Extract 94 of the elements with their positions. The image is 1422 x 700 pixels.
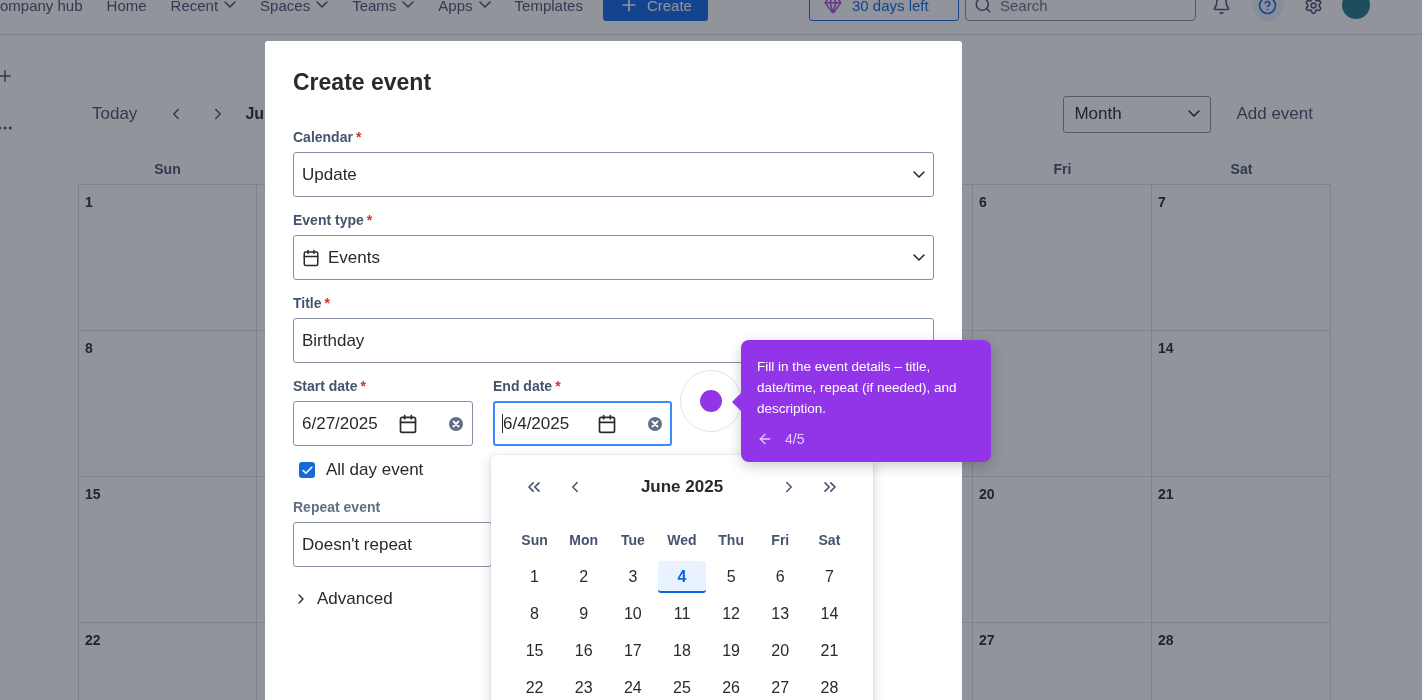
weekday-header: Fri: [1053, 161, 1072, 177]
today-button[interactable]: Today: [92, 104, 138, 124]
all-day-checkbox[interactable]: All day event: [299, 460, 934, 480]
weekday-header: Sat: [1230, 161, 1253, 177]
chevron-down-icon: [402, 1, 415, 9]
day-button[interactable]: 1: [510, 560, 559, 593]
chevron-down-icon: [913, 253, 925, 262]
day-button[interactable]: 24: [608, 671, 657, 700]
day-button[interactable]: 3: [608, 560, 657, 593]
day-button[interactable]: 21: [805, 634, 854, 667]
event-type-select[interactable]: Events: [293, 235, 934, 280]
weekday-label: Sun: [521, 531, 548, 548]
day-number: 27: [979, 632, 995, 648]
avatar[interactable]: [1341, 0, 1370, 19]
day-button[interactable]: 16: [559, 634, 608, 667]
nav-item[interactable]: Templates: [514, 0, 583, 14]
day-button[interactable]: 10: [608, 597, 657, 630]
day-button[interactable]: 6: [756, 560, 805, 593]
field-label: End date *: [493, 377, 562, 395]
day-button[interactable]: 18: [658, 634, 706, 667]
search-field[interactable]: Search: [964, 0, 1196, 21]
calendar-icon: [302, 248, 320, 267]
nav-item[interactable]: Teams: [352, 0, 415, 14]
day-button[interactable]: 19: [707, 634, 756, 667]
weekday-label: Thu: [718, 531, 744, 548]
day-button[interactable]: 4: [658, 560, 706, 593]
advanced-toggle[interactable]: Advanced: [293, 589, 393, 609]
day-button[interactable]: 7: [805, 560, 854, 593]
field-label: Title *: [293, 294, 331, 312]
day-button[interactable]: 12: [707, 597, 756, 630]
day-button[interactable]: 27: [756, 671, 805, 700]
checkbox[interactable]: [299, 462, 315, 478]
date-field[interactable]: 6/27/2025: [293, 401, 473, 446]
weekday-label: Fri: [771, 531, 790, 548]
chevron-down-icon: [1188, 110, 1201, 118]
chevron-down-icon: [316, 1, 329, 9]
day-button[interactable]: 22: [510, 671, 559, 700]
month-title: June 2025: [639, 477, 725, 497]
day-button[interactable]: 14: [805, 597, 854, 630]
day-button[interactable]: 5: [707, 560, 756, 593]
clear-icon[interactable]: [448, 415, 464, 432]
day-button[interactable]: 15: [510, 634, 559, 667]
calendar-icon[interactable]: [398, 413, 418, 434]
day-number: 15: [85, 486, 101, 502]
day-button[interactable]: 9: [559, 597, 608, 630]
day-button[interactable]: 17: [608, 634, 657, 667]
day-button[interactable]: 23: [559, 671, 608, 700]
add-event-button[interactable]: Add event: [1230, 103, 1319, 125]
date-field[interactable]: 6/4/2025: [493, 401, 672, 446]
search-icon: [973, 0, 992, 14]
calendar-icon[interactable]: [597, 413, 617, 434]
day-button[interactable]: 8: [510, 597, 559, 630]
nav-item[interactable]: Apps: [438, 0, 491, 14]
chevron-down-icon: [224, 1, 237, 9]
beacon-dot[interactable]: [700, 390, 722, 412]
weekday-header: Sun: [154, 161, 181, 177]
day-button[interactable]: 25: [658, 671, 706, 700]
day-number: 6: [979, 194, 987, 210]
day-number: 28: [1158, 632, 1174, 648]
plus-icon[interactable]: [0, 67, 14, 85]
day-button[interactable]: 26: [707, 671, 756, 700]
clear-icon[interactable]: [647, 415, 663, 432]
day-button[interactable]: 28: [805, 671, 854, 700]
day-button[interactable]: 11: [658, 597, 706, 630]
step-counter: 4/5: [785, 431, 805, 447]
day-button[interactable]: 13: [756, 597, 805, 630]
calendar-select[interactable]: Update: [293, 152, 934, 197]
weekday-label: Mon: [569, 531, 599, 548]
day-number: 1: [85, 194, 93, 210]
day-number: 21: [1158, 486, 1174, 502]
nav-item[interactable]: ompany hub: [0, 0, 83, 14]
weekday-label: Sat: [818, 531, 841, 548]
weekday-label: Wed: [667, 531, 697, 548]
chevron-down-icon: [478, 1, 491, 9]
view-select[interactable]: Month: [1063, 95, 1212, 133]
day-number: 14: [1158, 340, 1174, 356]
day-number: 22: [85, 632, 101, 648]
day-number: 20: [979, 486, 995, 502]
day-number: 8: [85, 340, 93, 356]
day-button[interactable]: 20: [756, 634, 805, 667]
nav-item[interactable]: Spaces: [260, 0, 329, 14]
dialog-title: Create event: [293, 69, 433, 95]
day-button[interactable]: 2: [559, 560, 608, 593]
nav-item[interactable]: Recent: [170, 0, 237, 14]
gem-icon: [823, 0, 842, 14]
day-number: 7: [1158, 194, 1166, 210]
field-label: Start date *: [293, 377, 368, 395]
field-label: Calendar *: [293, 128, 363, 146]
field-label: Event type *: [293, 211, 374, 229]
chevron-down-icon: [913, 170, 925, 179]
month-title: Ju: [245, 105, 265, 123]
nav-item[interactable]: Home: [106, 0, 147, 14]
weekday-label: Tue: [620, 531, 645, 548]
field-label: Repeat event: [293, 498, 382, 516]
